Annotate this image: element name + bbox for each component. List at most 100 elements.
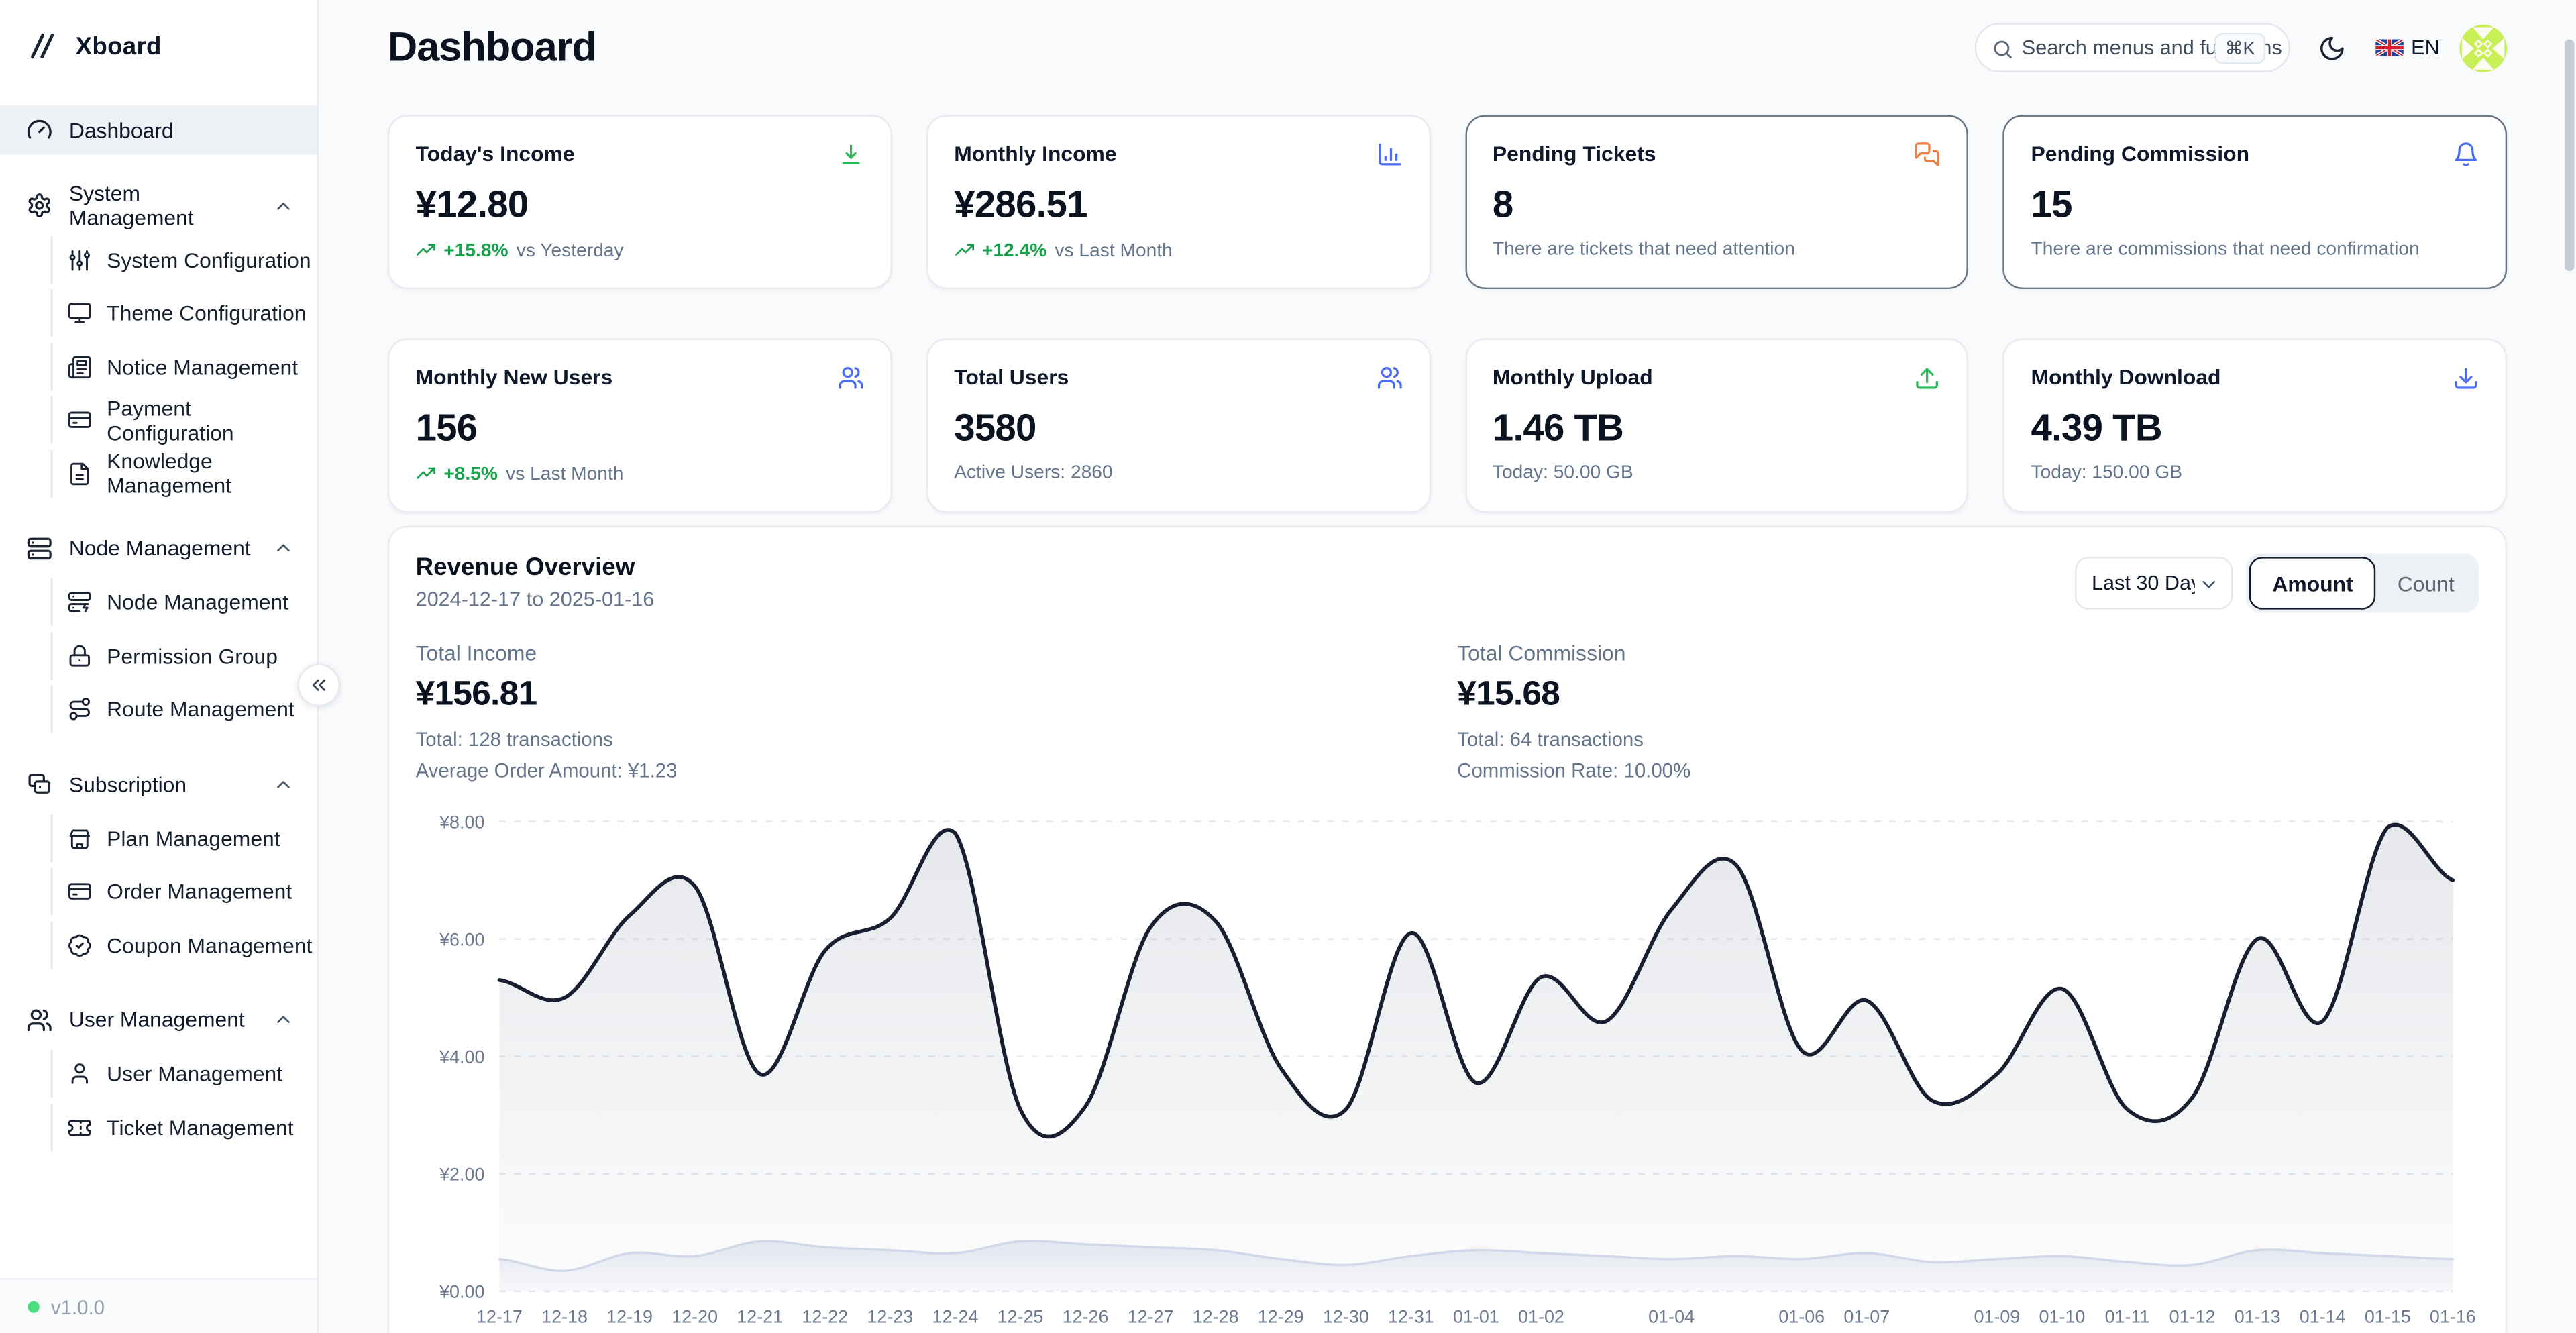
- svg-text:12-29: 12-29: [1258, 1306, 1304, 1326]
- route-icon: [67, 696, 92, 721]
- revenue-date-range: 2024-12-17 to 2025-01-16: [416, 588, 655, 611]
- moon-icon: [2318, 34, 2347, 62]
- logo[interactable]: Xboard: [0, 0, 317, 92]
- users-icon: [837, 365, 863, 391]
- svg-text:01-15: 01-15: [2365, 1306, 2411, 1326]
- stat-card-pending-commission[interactable]: Pending Commission 15 There are commissi…: [2003, 115, 2507, 289]
- card-value: 156: [416, 406, 864, 450]
- language-switcher[interactable]: EN: [2375, 36, 2439, 59]
- sidebar-group-user-header[interactable]: User Management: [0, 995, 317, 1044]
- sidebar-item-label: Theme Configuration: [107, 301, 306, 325]
- stat-card-monthly-upload: Monthly Upload 1.46 TB Today: 50.00 GB: [1464, 338, 1968, 513]
- avatar[interactable]: [2459, 24, 2507, 72]
- sidebar-item-node-management[interactable]: Node Management: [51, 578, 317, 626]
- svg-text:01-16: 01-16: [2430, 1306, 2476, 1326]
- svg-text:12-20: 12-20: [672, 1306, 718, 1326]
- sidebar-item-dashboard[interactable]: Dashboard: [0, 105, 317, 154]
- svg-text:01-13: 01-13: [2235, 1306, 2281, 1326]
- sidebar-group-node: Node Management Node Management Permissi…: [0, 523, 317, 733]
- language-label: EN: [2411, 36, 2440, 59]
- revenue-controls: Last 30 Days Amount Count: [2076, 553, 2479, 612]
- sidebar-group-system: System Management System Configuration T…: [0, 180, 317, 496]
- gauge-icon: [26, 117, 52, 143]
- sidebar-item-user-management[interactable]: User Management: [51, 1050, 317, 1098]
- sidebar-item-label: Route Management: [107, 696, 294, 721]
- total-commission-block: Total Commission ¥15.68 Total: 64 transa…: [1457, 641, 1690, 782]
- svg-text:01-14: 01-14: [2300, 1306, 2346, 1326]
- count-tab[interactable]: Count: [2376, 557, 2476, 609]
- total-commission-transactions: Total: 64 transactions: [1457, 728, 1690, 751]
- sidebar-item-label: Plan Management: [107, 826, 280, 851]
- download-to-line-icon: [837, 142, 863, 168]
- svg-text:¥4.00: ¥4.00: [439, 1047, 484, 1067]
- sliders-icon: [67, 248, 92, 272]
- card-subtext: +8.5% vs Last Month: [416, 464, 864, 485]
- page-header: Dashboard ⌘K: [388, 0, 2507, 95]
- sidebar-item-order-management[interactable]: Order Management: [51, 867, 317, 915]
- card-subtext: There are tickets that need attention: [1493, 240, 1941, 260]
- svg-text:12-19: 12-19: [606, 1306, 653, 1326]
- card-title: Monthly Income: [954, 142, 1116, 166]
- trending-up-icon: [416, 240, 437, 262]
- date-range-select[interactable]: Last 30 Days: [2076, 557, 2233, 609]
- status-dot: [28, 1301, 40, 1313]
- sidebar-item-permission-group[interactable]: Permission Group: [51, 632, 317, 680]
- server-bolt-icon: [67, 590, 92, 615]
- bell-icon: [2453, 142, 2479, 168]
- sidebar-item-label: Dashboard: [69, 117, 174, 142]
- date-range-select-value: Last 30 Days: [2092, 572, 2195, 594]
- gear-icon: [26, 193, 52, 219]
- sidebar-item-label: User Management: [107, 1061, 282, 1086]
- search-icon: [1990, 37, 2013, 60]
- sidebar-item-payment-configuration[interactable]: Payment Configuration: [51, 396, 317, 443]
- card-title: Total Users: [954, 365, 1069, 390]
- svg-text:01-02: 01-02: [1518, 1306, 1564, 1326]
- scrollbar-thumb[interactable]: [2565, 40, 2575, 271]
- sidebar-item-label: Coupon Management: [107, 932, 312, 957]
- svg-text:12-17: 12-17: [476, 1306, 523, 1326]
- sidebar-group-subscription-header[interactable]: Subscription: [0, 759, 317, 808]
- credit-card-icon: [67, 407, 92, 432]
- card-subtext: Active Users: 2860: [954, 464, 1402, 483]
- command-k-shortcut: ⌘K: [2215, 33, 2265, 64]
- upload-icon: [1915, 365, 1941, 391]
- search-box[interactable]: ⌘K: [1974, 23, 2290, 72]
- sidebar-item-system-configuration[interactable]: System Configuration: [51, 235, 317, 283]
- stat-card-pending-tickets[interactable]: Pending Tickets 8 There are tickets that…: [1464, 115, 1968, 289]
- version-label: v1.0.0: [51, 1295, 105, 1318]
- svg-text:01-10: 01-10: [2039, 1306, 2086, 1326]
- stat-card-todays-income: Today's Income ¥12.80 +15.8% vs Yesterda…: [388, 115, 892, 289]
- card-title: Pending Tickets: [1493, 142, 1656, 166]
- card-subtext: +12.4% vs Last Month: [954, 240, 1402, 262]
- sidebar-group-system-header[interactable]: System Management: [0, 180, 317, 229]
- average-order-amount: Average Order Amount: ¥1.23: [416, 759, 1458, 782]
- sidebar-item-ticket-management[interactable]: Ticket Management: [51, 1103, 317, 1151]
- collapse-sidebar-button[interactable]: [297, 663, 340, 706]
- theme-toggle-button[interactable]: [2309, 25, 2355, 71]
- chevron-up-icon: [273, 195, 294, 216]
- newspaper-icon: [67, 354, 92, 379]
- chart-column-icon: [1376, 142, 1402, 168]
- sidebar-item-knowledge-management[interactable]: Knowledge Management: [51, 449, 317, 497]
- main-content: Dashboard ⌘K: [319, 0, 2576, 1333]
- sidebar-item-coupon-management[interactable]: Coupon Management: [51, 921, 317, 969]
- users-icon: [1376, 365, 1402, 391]
- group-label: Subscription: [69, 771, 256, 796]
- sidebar-item-label: Ticket Management: [107, 1115, 293, 1140]
- chevron-up-icon: [273, 773, 294, 794]
- card-value: 8: [1493, 182, 1941, 227]
- sidebar: Xboard Dashboard System Management Syste…: [0, 0, 319, 1333]
- total-commission-value: ¥15.68: [1457, 676, 1690, 715]
- sidebar-footer: v1.0.0: [0, 1278, 317, 1333]
- sidebar-item-theme-configuration[interactable]: Theme Configuration: [51, 289, 317, 337]
- sidebar-group-node-header[interactable]: Node Management: [0, 523, 317, 572]
- revenue-chart: ¥0.00¥2.00¥4.00¥6.00¥8.0012-1712-1812-19…: [389, 789, 2508, 1333]
- page-title: Dashboard: [388, 24, 596, 72]
- stat-card-monthly-new-users: Monthly New Users 156 +8.5% vs Last Mont…: [388, 338, 892, 513]
- sidebar-item-notice-management[interactable]: Notice Management: [51, 343, 317, 390]
- amount-tab[interactable]: Amount: [2249, 557, 2376, 609]
- svg-text:01-04: 01-04: [1648, 1306, 1695, 1326]
- sidebar-item-plan-management[interactable]: Plan Management: [51, 814, 317, 861]
- svg-text:12-26: 12-26: [1063, 1306, 1109, 1326]
- sidebar-item-route-management[interactable]: Route Management: [51, 685, 317, 733]
